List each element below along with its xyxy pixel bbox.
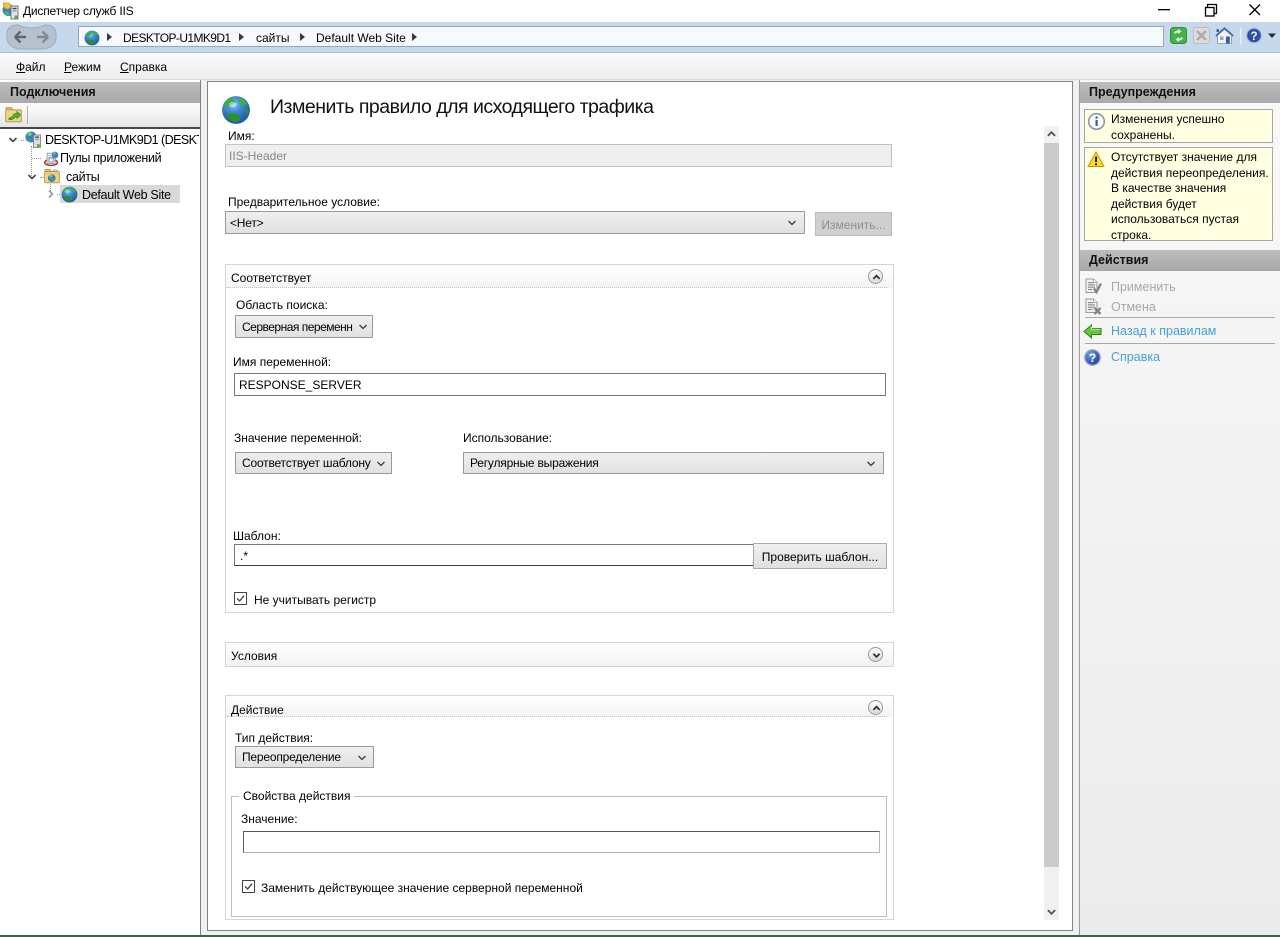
- svg-text:?: ?: [1089, 351, 1096, 365]
- svg-text:?: ?: [1250, 31, 1257, 43]
